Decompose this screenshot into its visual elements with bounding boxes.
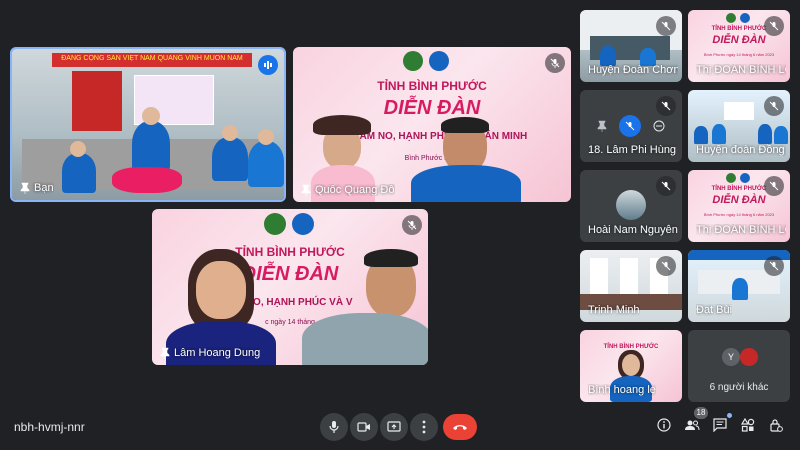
people-icon <box>685 420 700 431</box>
video-feed: ĐẢNG CỘNG SẢN VIỆT NAM QUANG VINH MUÔN N… <box>12 49 284 200</box>
mic-button[interactable] <box>320 413 348 441</box>
video-tile-participant[interactable]: Hoài Nam Nguyễn <box>580 170 682 242</box>
avatar <box>616 190 646 220</box>
mic-off-icon <box>545 53 565 73</box>
participant-name: 18. Lâm Phi Hùng <box>588 144 677 156</box>
participant-name: Hoài Nam Nguyễn <box>588 224 678 236</box>
video-tile-participant[interactable]: TỈNH BÌNH PHƯỚC DIỄN ĐÀN Bình Phước ngày… <box>688 10 790 82</box>
participant-name: Quốc Quang Đỗ <box>301 184 395 196</box>
video-tile-participant[interactable]: 18. Lâm Phi Hùng <box>580 90 682 162</box>
participant-name: Trịnh Minh <box>588 304 640 316</box>
avatar <box>740 348 758 366</box>
meeting-details-button[interactable] <box>652 413 676 437</box>
video-tile-participant[interactable]: TỈNH BÌNH PHƯỚC DIỄN ĐÀN Bình Phước ngày… <box>688 170 790 242</box>
mic-off-icon <box>764 176 784 196</box>
video-tile-participant[interactable]: Trịnh Minh <box>580 250 682 322</box>
video-tile-self[interactable]: ĐẢNG CỘNG SẢN VIỆT NAM QUANG VINH MUÔN N… <box>10 47 286 202</box>
pin-icon[interactable] <box>160 347 170 359</box>
host-controls-button[interactable] <box>764 413 788 437</box>
video-feed: TỈNH BÌNH PHƯỚC DIỄN ĐÀN ẤM NO, HẠNH PHÚ… <box>152 209 428 365</box>
participant-name: Đạt Bùi <box>696 304 733 316</box>
present-button[interactable] <box>380 413 408 441</box>
participant-name: Lâm Hoang Dung <box>160 347 260 359</box>
meet-stage: ĐẢNG CỘNG SẢN VIỆT NAM QUANG VINH MUÔN N… <box>0 0 800 450</box>
chat-icon <box>713 418 727 432</box>
host-controls-icon <box>770 419 783 432</box>
tile-hover-actions <box>597 115 665 137</box>
pin-icon[interactable] <box>301 184 311 196</box>
chat-button[interactable] <box>708 413 732 437</box>
mic-off-icon[interactable] <box>619 115 641 137</box>
present-screen-icon <box>387 421 401 432</box>
speaking-indicator <box>258 55 278 75</box>
backdrop-province: TỈNH BÌNH PHƯỚC <box>377 79 487 93</box>
video-tile-participant[interactable]: TỈNH BÌNH PHƯỚC DIỄN ĐÀN ẤM NO, HẠNH PHÚ… <box>152 209 428 365</box>
participant-count-badge: 18 <box>694 407 708 419</box>
avatar: Y <box>722 348 740 366</box>
video-feed: TỈNH BÌNH PHƯỚC DIỄN ĐÀN TRẺ ẤM NO, HẠNH… <box>293 47 571 202</box>
more-vert-icon <box>422 420 426 434</box>
mic-off-icon <box>764 96 784 116</box>
mic-off-icon <box>656 176 676 196</box>
participant-name: Thị ĐOÀN BÌNH LO... <box>696 224 786 236</box>
activities-button[interactable] <box>736 413 760 437</box>
banner-text: ĐẢNG CỘNG SẢN VIỆT NAM QUANG VINH MUÔN N… <box>61 55 243 62</box>
participant-name: Thị ĐOÀN BÌNH LO... <box>696 64 786 76</box>
people-button[interactable]: 18 <box>680 407 708 437</box>
participant-name: Huyện Đoàn Chơn T... <box>588 64 678 76</box>
participant-name: Huyện đoàn Đồng P... <box>696 144 786 156</box>
video-tile-participant[interactable]: Đạt Bùi <box>688 250 790 322</box>
mic-icon <box>329 421 339 433</box>
mic-off-icon <box>656 256 676 276</box>
more-participants-tile[interactable]: Y 6 người khác <box>688 330 790 402</box>
video-tile-participant[interactable]: TỈNH BÌNH PHƯỚC DIỄN ĐÀN TRẺ ẤM NO, HẠNH… <box>293 47 571 202</box>
info-icon <box>657 418 671 432</box>
mic-off-icon <box>402 215 422 235</box>
leave-call-button[interactable] <box>443 414 477 440</box>
more-options-button[interactable] <box>410 413 438 441</box>
meeting-code: nbh-hvmj-nnr <box>14 420 85 434</box>
backdrop-caption: Bình Phước ngày 14 tháng 6 năm 2023 <box>703 52 775 57</box>
video-tile-participant[interactable]: TỈNH BÌNH PHƯỚC Bình hoang le <box>580 330 682 402</box>
activities-icon <box>741 418 755 432</box>
camera-icon <box>357 422 370 432</box>
video-tile-participant[interactable]: Huyện đoàn Đồng P... <box>688 90 790 162</box>
bottom-toolbar: nbh-hvmj-nnr 18 <box>0 407 800 446</box>
more-participants-label: 6 người khác <box>709 382 769 393</box>
participant-name: Bạn <box>20 182 54 194</box>
participant-name: Bình hoang le <box>588 384 656 396</box>
remove-icon[interactable] <box>653 120 665 132</box>
video-tile-participant[interactable]: Huyện Đoàn Chơn T... <box>580 10 682 82</box>
backdrop-caption: Bình Phước ngày 14 tháng 6 năm 2023 <box>703 212 775 217</box>
camera-button[interactable] <box>350 413 378 441</box>
mic-off-icon <box>656 16 676 36</box>
end-call-icon <box>453 425 467 430</box>
unread-dot <box>727 413 732 418</box>
mic-off-icon <box>764 16 784 36</box>
pin-icon[interactable] <box>20 182 30 194</box>
pin-icon[interactable] <box>597 120 607 132</box>
mic-off-icon <box>764 256 784 276</box>
mic-off-icon <box>656 96 676 116</box>
